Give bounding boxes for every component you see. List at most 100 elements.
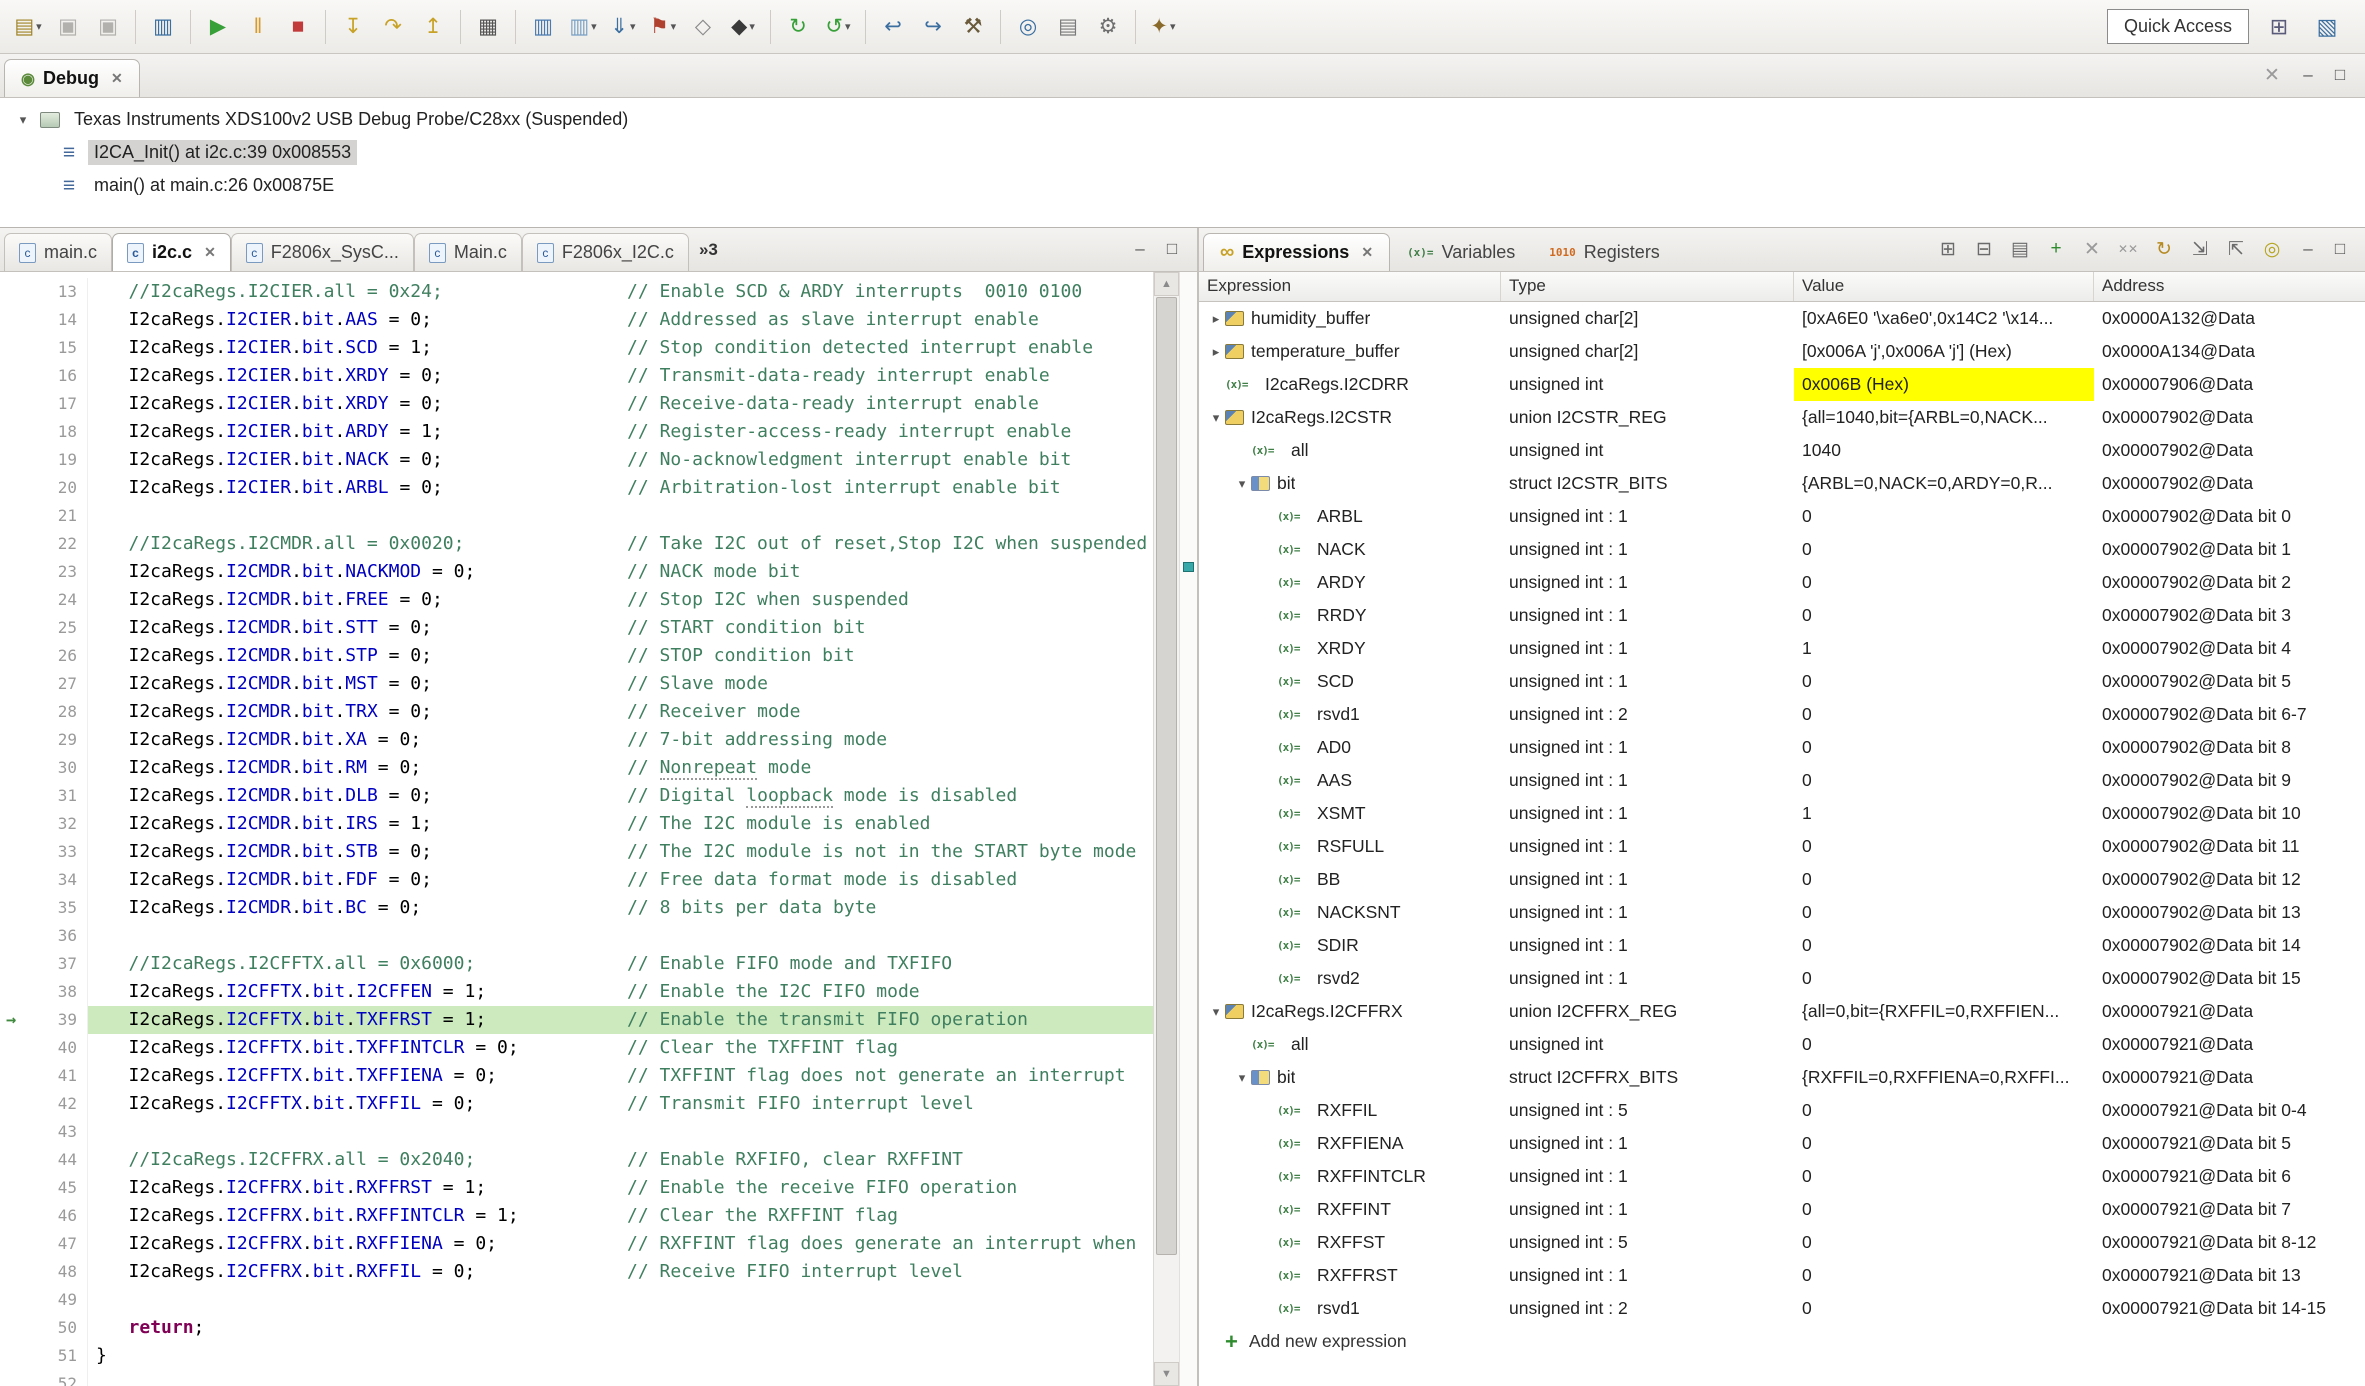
- code-line[interactable]: 50 return;: [0, 1314, 1153, 1342]
- chevron-right-icon[interactable]: ▸: [1207, 311, 1225, 327]
- breakpoint-margin[interactable]: [0, 754, 30, 782]
- code-line[interactable]: 22 //I2caRegs.I2CMDR.all = 0x0020; // Ta…: [0, 530, 1153, 558]
- suspend-button[interactable]: ‖: [239, 6, 277, 48]
- code-text[interactable]: [88, 1370, 1153, 1386]
- code-text[interactable]: I2caRegs.I2CMDR.bit.MST = 0; // Slave mo…: [88, 670, 1153, 698]
- code-line[interactable]: 36: [0, 922, 1153, 950]
- expression-row[interactable]: (x)= XSMT unsigned int : 1 1 0x00007902@Data…: [1199, 797, 2365, 830]
- code-line[interactable]: 26 I2caRegs.I2CMDR.bit.STP = 0; // STOP …: [0, 642, 1153, 670]
- expression-row[interactable]: (x)= RXFFINTCLR unsigned int : 1 0 0x0000792…: [1199, 1160, 2365, 1193]
- code-line[interactable]: 43: [0, 1118, 1153, 1146]
- breakpoint-margin[interactable]: [0, 1314, 30, 1342]
- import-button[interactable]: ⇲: [2185, 234, 2215, 264]
- stack-frame-main[interactable]: ≡ main() at main.c:26 0x00875E: [0, 169, 2365, 202]
- code-text[interactable]: I2caRegs.I2CFFRX.bit.RXFFINTCLR = 1; // …: [88, 1202, 1153, 1230]
- close-icon[interactable]: ✕: [111, 70, 123, 87]
- code-text[interactable]: I2caRegs.I2CIER.bit.AAS = 0; // Addresse…: [88, 306, 1153, 334]
- breakpoint-margin[interactable]: [0, 810, 30, 838]
- breakpoint-button[interactable]: ⚑ ▾: [644, 6, 682, 48]
- stack-frame-i2ca-init[interactable]: ≡ I2CA_Init() at i2c.c:39 0x008553: [0, 136, 2365, 169]
- breakpoint-margin[interactable]: [0, 950, 30, 978]
- breakpoint-margin[interactable]: [0, 1342, 30, 1370]
- remove-expression-button[interactable]: ✕: [2077, 234, 2107, 264]
- code-line[interactable]: 35 I2caRegs.I2CMDR.bit.BC = 0; // 8 bits…: [0, 894, 1153, 922]
- breakpoint-margin[interactable]: [0, 642, 30, 670]
- code-area[interactable]: 13 //I2caRegs.I2CIER.all = 0x24; // Enab…: [0, 272, 1153, 1386]
- code-line[interactable]: 21: [0, 502, 1153, 530]
- code-text[interactable]: I2caRegs.I2CMDR.bit.FDF = 0; // Free dat…: [88, 866, 1153, 894]
- forward-button[interactable]: ↪: [914, 6, 952, 48]
- expression-row[interactable]: (x)= RXFFIL unsigned int : 5 0 0x00007921@Da…: [1199, 1094, 2365, 1127]
- breakpoint-margin[interactable]: [0, 530, 30, 558]
- breakpoint-margin[interactable]: [0, 894, 30, 922]
- code-text[interactable]: return;: [88, 1314, 1153, 1342]
- breakpoint-margin[interactable]: [0, 446, 30, 474]
- instruction-step-button[interactable]: ▦: [469, 6, 507, 48]
- save-button[interactable]: ▣: [49, 6, 87, 48]
- expression-row[interactable]: ▾ bit struct I2CFFRX_BITS {RXFFIL=0,RXFFIEN…: [1199, 1061, 2365, 1094]
- close-icon[interactable]: ✕: [204, 244, 216, 261]
- back-button[interactable]: ↩: [874, 6, 912, 48]
- breakpoint-margin[interactable]: [0, 978, 30, 1006]
- code-line[interactable]: 17 I2caRegs.I2CIER.bit.XRDY = 0; // Rece…: [0, 390, 1153, 418]
- expression-row[interactable]: (x)= BB unsigned int : 1 0 0x00007902@Data b…: [1199, 863, 2365, 896]
- breakpoint-margin[interactable]: [0, 726, 30, 754]
- close-icon[interactable]: ✕: [1361, 244, 1373, 261]
- open-perspective-button[interactable]: ⊞: [2260, 6, 2298, 48]
- add-expression-button[interactable]: +: [2041, 234, 2071, 264]
- code-line[interactable]: 18 I2caRegs.I2CIER.bit.ARDY = 1; // Regi…: [0, 418, 1153, 446]
- expression-row[interactable]: ▾ I2caRegs.I2CFFRX union I2CFFRX_REG {all=0…: [1199, 995, 2365, 1028]
- maximize-icon[interactable]: □: [2329, 65, 2351, 85]
- profile-button[interactable]: ◆ ▾: [724, 6, 762, 48]
- code-line[interactable]: 14 I2caRegs.I2CIER.bit.AAS = 0; // Addre…: [0, 306, 1153, 334]
- load-program-button[interactable]: ⇓ ▾: [604, 6, 642, 48]
- code-text[interactable]: I2caRegs.I2CMDR.bit.TRX = 0; // Receiver…: [88, 698, 1153, 726]
- expression-row[interactable]: (x)= NACKSNT unsigned int : 1 0 0x00007902@D…: [1199, 896, 2365, 929]
- code-line[interactable]: 49: [0, 1286, 1153, 1314]
- code-line[interactable]: 19 I2caRegs.I2CIER.bit.NACK = 0; // No-a…: [0, 446, 1153, 474]
- expression-row[interactable]: (x)= RXFFINT unsigned int : 1 0 0x00007921@D…: [1199, 1193, 2365, 1226]
- code-text[interactable]: I2caRegs.I2CIER.bit.ARBL = 0; // Arbitra…: [88, 474, 1153, 502]
- link-editor-button[interactable]: ◎: [2257, 234, 2287, 264]
- code-line[interactable]: → 39 I2caRegs.I2CFFTX.bit.TXFFRST = 1; //…: [0, 1006, 1153, 1034]
- expression-row[interactable]: (x)= RXFFIENA unsigned int : 1 0 0x00007921@…: [1199, 1127, 2365, 1160]
- tab-overflow-indicator[interactable]: »3: [689, 240, 728, 260]
- search-button[interactable]: ◎: [1009, 6, 1047, 48]
- code-line[interactable]: 40 I2caRegs.I2CFFTX.bit.TXFFINTCLR = 0; …: [0, 1034, 1153, 1062]
- code-text[interactable]: I2caRegs.I2CMDR.bit.XA = 0; // 7-bit add…: [88, 726, 1153, 754]
- terminate-button[interactable]: ■: [279, 6, 317, 48]
- expression-row[interactable]: (x)= rsvd2 unsigned int : 1 0 0x00007902@Dat…: [1199, 962, 2365, 995]
- code-line[interactable]: 32 I2caRegs.I2CMDR.bit.IRS = 1; // The I…: [0, 810, 1153, 838]
- code-line[interactable]: 25 I2caRegs.I2CMDR.bit.STT = 0; // START…: [0, 614, 1153, 642]
- code-line[interactable]: 13 //I2caRegs.I2CIER.all = 0x24; // Enab…: [0, 278, 1153, 306]
- code-text[interactable]: I2caRegs.I2CFFTX.bit.TXFFIENA = 0; // TX…: [88, 1062, 1153, 1090]
- code-line[interactable]: 46 I2caRegs.I2CFFRX.bit.RXFFINTCLR = 1; …: [0, 1202, 1153, 1230]
- breakpoint-margin[interactable]: [0, 1146, 30, 1174]
- breakpoint-margin[interactable]: [0, 1258, 30, 1286]
- code-text[interactable]: I2caRegs.I2CFFTX.bit.I2CFFEN = 1; // Ena…: [88, 978, 1153, 1006]
- code-text[interactable]: I2caRegs.I2CFFRX.bit.RXFFIENA = 0; // RX…: [88, 1230, 1153, 1258]
- breakpoint-margin[interactable]: [0, 922, 30, 950]
- code-line[interactable]: 44 //I2caRegs.I2CFFRX.all = 0x2040; // E…: [0, 1146, 1153, 1174]
- scroll-down-icon[interactable]: ▼: [1154, 1362, 1179, 1386]
- code-text[interactable]: //I2caRegs.I2CMDR.all = 0x0020; // Take …: [88, 530, 1153, 558]
- reset-cpu-button[interactable]: ↺ ▾: [819, 6, 857, 48]
- code-text[interactable]: I2caRegs.I2CIER.bit.SCD = 1; // Stop con…: [88, 334, 1153, 362]
- breakpoint-margin[interactable]: [0, 1286, 30, 1314]
- breakpoint-margin[interactable]: [0, 1370, 30, 1386]
- overview-ruler[interactable]: [1179, 272, 1197, 1386]
- code-editor[interactable]: 13 //I2caRegs.I2CIER.all = 0x24; // Enab…: [0, 272, 1197, 1386]
- breakpoint-margin[interactable]: [0, 1034, 30, 1062]
- code-line[interactable]: 16 I2caRegs.I2CIER.bit.XRDY = 0; // Tran…: [0, 362, 1153, 390]
- code-line[interactable]: 29 I2caRegs.I2CMDR.bit.XA = 0; // 7-bit …: [0, 726, 1153, 754]
- code-text[interactable]: I2caRegs.I2CMDR.bit.IRS = 1; // The I2C …: [88, 810, 1153, 838]
- save-all-button[interactable]: ▣: [89, 6, 127, 48]
- expression-row[interactable]: (x)= all unsigned int 1040 0x00007902@Data: [1199, 434, 2365, 467]
- breakpoint-margin[interactable]: [0, 390, 30, 418]
- remove-all-terminated-button[interactable]: ✕: [2257, 60, 2287, 90]
- expression-row[interactable]: (x)= SCD unsigned int : 1 0 0x00007902@Data …: [1199, 665, 2365, 698]
- breakpoint-margin[interactable]: [0, 474, 30, 502]
- code-text[interactable]: I2caRegs.I2CFFTX.bit.TXFFINTCLR = 0; // …: [88, 1034, 1153, 1062]
- code-text[interactable]: I2caRegs.I2CMDR.bit.DLB = 0; // Digital …: [88, 782, 1153, 810]
- scrollbar-thumb[interactable]: [1156, 297, 1177, 1256]
